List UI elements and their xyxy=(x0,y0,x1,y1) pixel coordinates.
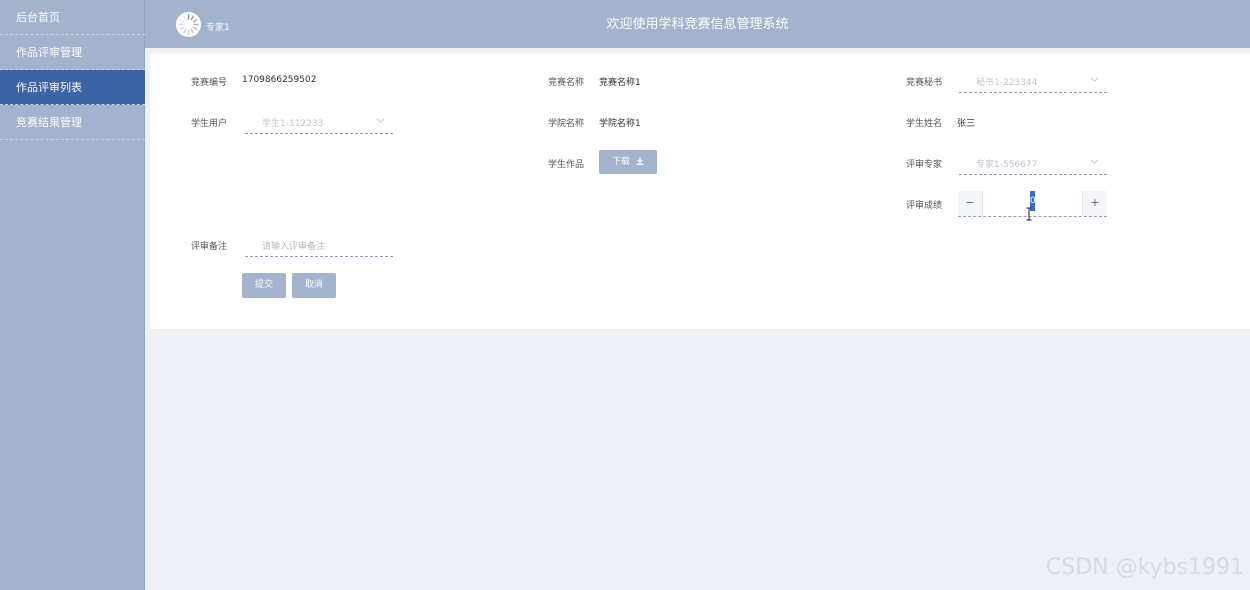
competition-no-value: 1709866259502 xyxy=(242,75,317,85)
secretary-placeholder: 秘书1-223344 xyxy=(976,78,1038,88)
remark-input[interactable]: 请输入评审备注 xyxy=(245,231,393,257)
secretary-select[interactable]: 秘书1-223344 xyxy=(959,67,1107,93)
score-increment-button[interactable]: + xyxy=(1082,191,1107,216)
expert-label: 评审专家 xyxy=(906,160,943,170)
chevron-down-icon xyxy=(376,118,385,123)
college-name-value: 学院名称1 xyxy=(599,119,641,129)
remark-label: 评审备注 xyxy=(191,242,228,252)
chevron-down-icon xyxy=(1090,77,1099,82)
download-icon xyxy=(636,157,644,165)
student-user-select[interactable]: 学生1-112233 xyxy=(245,108,393,134)
download-label: 下载 xyxy=(612,157,631,167)
secretary-label: 竞赛秘书 xyxy=(906,78,943,88)
page-title: 欢迎使用学科竞赛信息管理系统 xyxy=(606,17,789,32)
score-decrement-button[interactable]: − xyxy=(958,191,983,216)
sidebar-item-review-list[interactable]: 作品评审列表 xyxy=(0,70,145,105)
review-form-card: 竞赛编号 1709866259502 竞赛名称 竞赛名称1 竞赛秘书 秘书1-2… xyxy=(150,54,1250,329)
score-stepper[interactable]: − 0 + xyxy=(958,191,1107,217)
sidebar-item-result-management[interactable]: 竞赛结果管理 xyxy=(0,105,145,140)
text-cursor-icon xyxy=(1026,207,1032,221)
cancel-button[interactable]: 取消 xyxy=(292,273,336,298)
student-work-label: 学生作品 xyxy=(548,160,585,170)
student-user-label: 学生用户 xyxy=(191,119,228,129)
chevron-down-icon xyxy=(1090,159,1099,164)
submit-button[interactable]: 提交 xyxy=(242,273,286,298)
competition-name-value: 竞赛名称1 xyxy=(599,78,641,88)
expert-select[interactable]: 专家1-556677 xyxy=(959,149,1107,175)
competition-name-label: 竞赛名称 xyxy=(548,78,585,88)
student-user-placeholder: 学生1-112233 xyxy=(262,119,324,129)
watermark: CSDN @kybs1991 xyxy=(1045,555,1244,580)
expert-placeholder: 专家1-556677 xyxy=(976,160,1038,170)
sidebar-item-home[interactable]: 后台首页 xyxy=(0,0,145,35)
college-name-label: 学院名称 xyxy=(548,119,585,129)
remark-placeholder: 请输入评审备注 xyxy=(262,242,326,252)
student-name-value: 张三 xyxy=(957,119,976,129)
download-button[interactable]: 下载 xyxy=(599,150,657,174)
sidebar: 后台首页 作品评审管理 作品评审列表 竞赛结果管理 xyxy=(0,0,145,590)
header: 专家1 欢迎使用学科竞赛信息管理系统 xyxy=(145,0,1250,48)
sidebar-item-review-management[interactable]: 作品评审管理 xyxy=(0,35,145,70)
student-name-label: 学生姓名 xyxy=(906,119,943,129)
competition-no-label: 竞赛编号 xyxy=(191,78,228,88)
score-label: 评审成绩 xyxy=(906,201,943,211)
